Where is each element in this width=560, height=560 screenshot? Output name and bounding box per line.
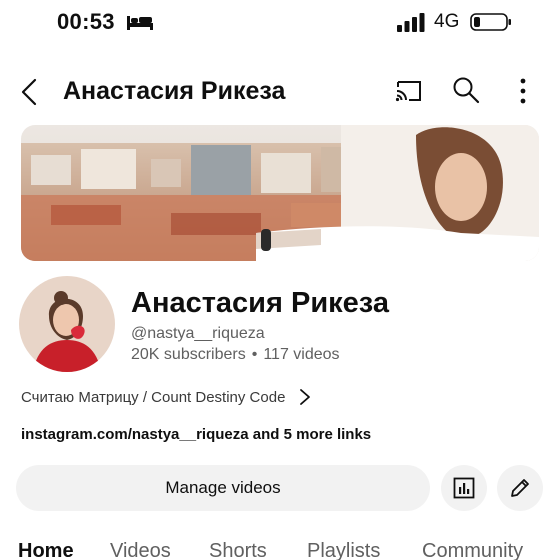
battery-icon <box>470 13 511 31</box>
description-text: Считаю Матрицу / Count Destiny Code <box>21 388 286 406</box>
channel-description[interactable]: Считаю Матрицу / Count Destiny Code <box>21 386 311 408</box>
video-count: 117 videos <box>263 346 340 363</box>
subscriber-count: 20K subscribers <box>131 346 246 363</box>
channel-stats: 20K subscribers • 117 videos <box>131 346 340 364</box>
status-bar: 00:53 4G <box>0 0 560 46</box>
edit-button[interactable] <box>497 465 543 511</box>
tab-playlists[interactable]: Playlists <box>307 540 380 560</box>
edit-icon <box>511 479 529 497</box>
analytics-button[interactable] <box>441 465 487 511</box>
back-icon[interactable] <box>18 76 42 108</box>
bed-icon <box>127 16 153 30</box>
top-bar: Анастасия Рикеза <box>0 66 560 118</box>
manage-videos-button[interactable]: Manage videos <box>16 465 430 511</box>
signal-icon <box>397 13 425 32</box>
status-time: 00:53 <box>57 9 115 34</box>
tab-community[interactable]: Community <box>422 540 523 560</box>
page-title: Анастасия Рикеза <box>63 77 286 105</box>
channel-links[interactable]: instagram.com/nastya__riqueza and 5 more… <box>21 426 371 443</box>
more-links[interactable]: and 5 more links <box>253 426 371 443</box>
network-label: 4G <box>434 11 460 32</box>
avatar <box>19 276 115 372</box>
tab-shorts[interactable]: Shorts <box>209 540 267 560</box>
channel-banner <box>21 125 539 261</box>
chevron-right-icon <box>300 389 311 405</box>
instagram-link[interactable]: instagram.com/nastya__riqueza <box>21 426 249 443</box>
more-vertical-icon[interactable] <box>512 76 534 106</box>
channel-handle: @nastya__riqueza <box>131 325 265 342</box>
analytics-icon <box>453 477 475 499</box>
search-icon[interactable] <box>452 76 480 104</box>
stats-separator: • <box>251 346 258 363</box>
cast-icon[interactable] <box>395 78 423 104</box>
channel-tabs: Home Videos Shorts Playlists Community <box>0 540 560 560</box>
tab-videos[interactable]: Videos <box>110 540 171 560</box>
channel-name: Анастасия Рикеза <box>131 287 389 319</box>
tab-home[interactable]: Home <box>18 540 74 560</box>
